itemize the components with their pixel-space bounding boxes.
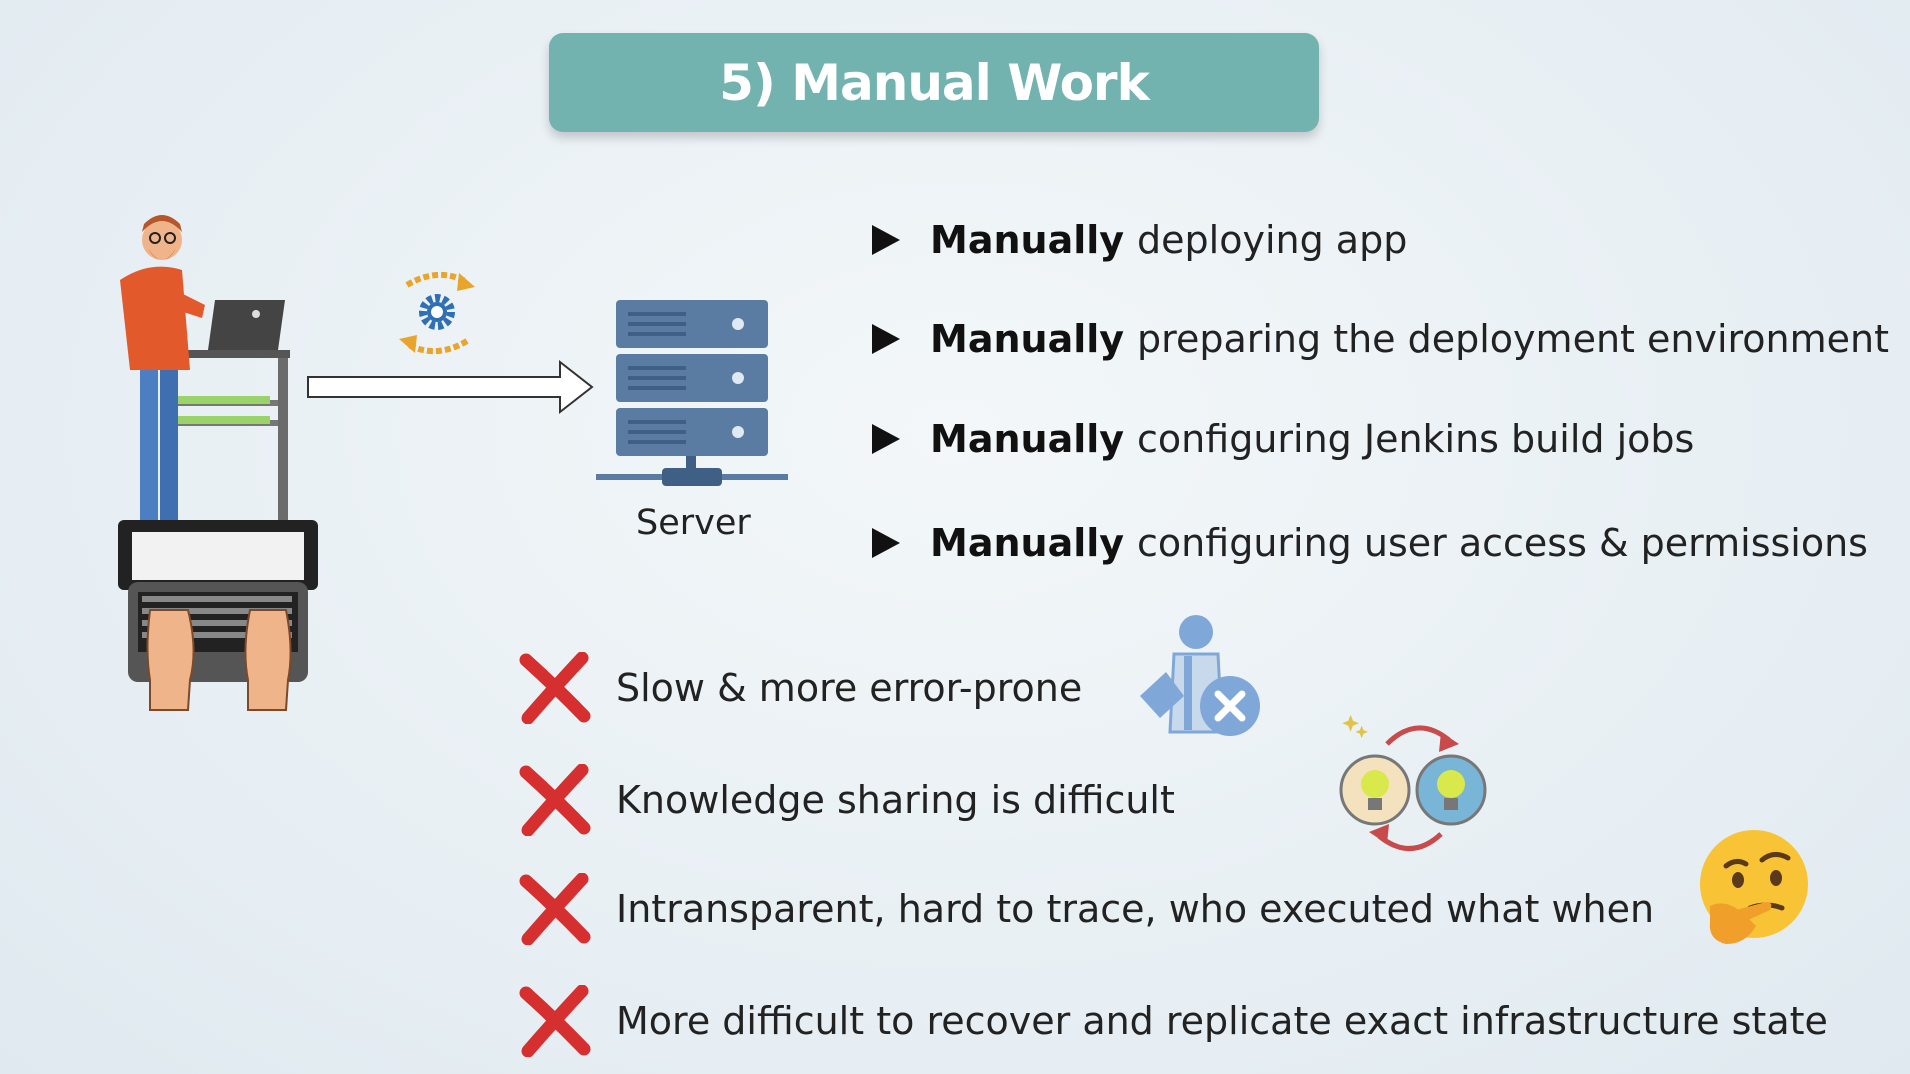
bullet-bold: Manually — [930, 218, 1125, 262]
bullet-triangle-icon — [872, 324, 900, 354]
bullet-triangle-icon — [872, 225, 900, 255]
cross-icon — [519, 873, 591, 945]
con-text: Slow & more error-prone — [616, 666, 1083, 710]
gear-cycle-icon — [399, 272, 475, 354]
idea-exchange-icon — [1339, 714, 1487, 851]
cross-icon — [519, 652, 591, 724]
server-label: Server — [636, 503, 751, 543]
cross-icon — [519, 764, 591, 836]
thinking-face-icon — [1700, 830, 1808, 944]
user-error-icon — [1140, 615, 1260, 736]
con-item: Slow & more error-prone — [518, 652, 1082, 724]
bullet-text: deploying app — [1137, 218, 1408, 262]
arrow-right-icon — [307, 359, 594, 415]
bullet-bold: Manually — [930, 521, 1125, 565]
page-title: 5) Manual Work — [719, 53, 1150, 112]
bullet-triangle-icon — [872, 424, 900, 454]
con-text: More difficult to recover and replicate … — [616, 999, 1828, 1043]
bullet-item: Manually configuring Jenkins build jobs — [872, 417, 1694, 461]
bullet-text: configuring Jenkins build jobs — [1137, 417, 1695, 461]
con-text: Knowledge sharing is difficult — [616, 778, 1175, 822]
bullet-item: Manually deploying app — [872, 218, 1407, 262]
developer-illustration — [118, 215, 318, 711]
bullet-item: Manually preparing the deployment environ… — [872, 317, 1889, 361]
bullet-bold: Manually — [930, 417, 1125, 461]
bullet-text: preparing the deployment environment — [1137, 317, 1890, 361]
title-banner: 5) Manual Work — [549, 33, 1319, 132]
con-item: More difficult to recover and replicate … — [518, 985, 1828, 1057]
bullet-bold: Manually — [930, 317, 1125, 361]
bullet-triangle-icon — [872, 528, 900, 558]
con-item: Intransparent, hard to trace, who execut… — [518, 873, 1654, 945]
cross-icon — [519, 985, 591, 1057]
con-text: Intransparent, hard to trace, who execut… — [616, 887, 1655, 931]
con-item: Knowledge sharing is difficult — [518, 764, 1175, 836]
bullet-item: Manually configuring user access & permis… — [872, 521, 1868, 565]
bullet-text: configuring user access & permissions — [1137, 521, 1868, 565]
server-icon — [596, 300, 788, 486]
